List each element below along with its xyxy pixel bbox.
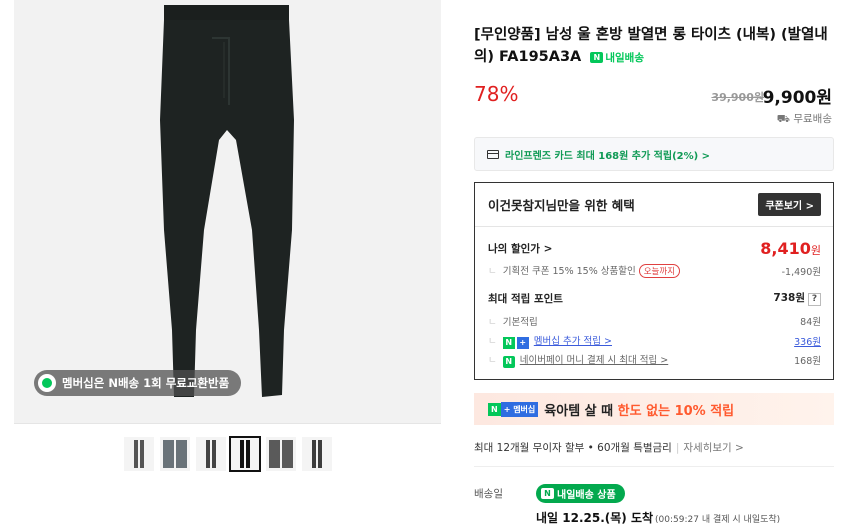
discount-rate: 78% xyxy=(474,82,519,106)
leggings-illustration xyxy=(160,5,294,397)
max-point-label: 최대 적립 포인트 xyxy=(488,292,563,305)
membership-point-row[interactable]: ㄴ N + 멤버십 추가 적립 > 336원 xyxy=(488,333,821,349)
my-discount-row[interactable]: 나의 할인가 > 8,410원 xyxy=(488,239,821,258)
naverpay-point-link[interactable]: 네이버페이 머니 결제 시 최대 적립 > xyxy=(520,355,668,366)
divider xyxy=(474,466,834,467)
tomorrow-delivery-badge: N 내일배송 상품 xyxy=(536,484,625,503)
membership-point-value: 336원 xyxy=(794,337,821,348)
sale-price: 9,900원 xyxy=(762,88,832,108)
membership-point-link[interactable]: 멤버십 추가 적립 > xyxy=(534,336,612,347)
naverpay-point-row[interactable]: ㄴN 네이버페이 머니 결제 시 최대 적립 > 168원 xyxy=(488,352,821,368)
installment-info: 최대 12개월 무이자 할부 • 60개월 특별금리 | 자세히보기 > xyxy=(474,442,744,454)
thumbnail-selected[interactable] xyxy=(229,436,261,472)
coupon-line: 기획전 쿠폰 15% 15% 상품할인 xyxy=(502,266,636,277)
delivery-date-label: 배송일 xyxy=(474,488,503,500)
naverpay-icon: N xyxy=(502,356,515,368)
benefit-header: 이건못참지님만을 위한 혜택 쿠폰보기 > xyxy=(475,183,833,227)
card-promo-text: 라인프렌즈 카드 최대 168원 추가 적립(2%) > xyxy=(505,150,711,162)
main-product-image[interactable]: 멤버십은 N배송 1회 무료교환반품 xyxy=(14,0,441,423)
coupon-view-button[interactable]: 쿠폰보기 > xyxy=(758,193,821,216)
arrival-date: 내일 12.25.(목) 도착 (00:59:27 내 결제 시 내일도착) xyxy=(536,511,781,525)
credit-card-icon xyxy=(487,149,499,159)
my-discount-price: 8,410원 xyxy=(760,239,821,258)
membership-banner[interactable]: N + 멤버십 육아템 살 때 한도 없는 10% 적립 xyxy=(474,393,834,425)
plus-badge-icon: + xyxy=(516,337,529,349)
coupon-amount: -1,490원 xyxy=(781,266,821,278)
membership-promo-pill[interactable]: 멤버십은 N배송 1회 무료교환반품 xyxy=(34,370,242,396)
n-badge-icon: N xyxy=(502,337,515,349)
delivery-tag: N 내일배송 xyxy=(590,47,644,69)
product-title: [무인양품] 남성 울 혼방 발열면 롱 타이츠 (내복) (발열내의) FA1… xyxy=(474,27,828,65)
help-icon[interactable]: ? xyxy=(808,293,821,306)
thumbnail[interactable] xyxy=(196,437,226,471)
promo-text: 멤버십은 N배송 1회 무료교환반품 xyxy=(62,376,230,390)
today-only-tag: 오늘까지 xyxy=(638,264,681,278)
coupon-row: ㄴ 기획전 쿠폰 15% 15% 상품할인 오늘까지 -1,490원 xyxy=(488,263,821,278)
thumbnail-strip xyxy=(14,423,441,530)
thumbnail[interactable] xyxy=(124,437,154,471)
max-point-row: 최대 적립 포인트 738원? xyxy=(488,290,821,306)
membership-plus-badge: + 멤버십 xyxy=(500,401,539,417)
installment-more-link[interactable]: 자세히보기 > xyxy=(683,442,743,454)
product-gallery: 멤버십은 N배송 1회 무료교환반품 xyxy=(14,0,441,530)
n-delivery-icon: N xyxy=(541,488,554,499)
banner-text: 육아템 살 때 한도 없는 10% 적립 xyxy=(544,403,735,419)
my-discount-label: 나의 할인가 > xyxy=(488,243,553,255)
card-promo[interactable]: 라인프렌즈 카드 최대 168원 추가 적립(2%) > xyxy=(474,137,834,171)
naverpay-point-value: 168원 xyxy=(794,356,821,367)
basic-point-label: 기본적립 xyxy=(502,317,538,328)
max-point-value: 738원 xyxy=(773,292,805,304)
benefit-title: 이건못참지님만을 위한 혜택 xyxy=(488,198,635,213)
membership-icon xyxy=(38,374,56,392)
truck-icon: ⛟ xyxy=(776,113,791,125)
n-delivery-icon: N xyxy=(590,52,604,63)
original-price: 39,900원 xyxy=(711,91,764,104)
thumbnail[interactable] xyxy=(266,437,296,471)
product-title-block: [무인양품] 남성 울 혼방 발열면 롱 타이츠 (내복) (발열내의) FA1… xyxy=(474,24,834,69)
arrival-note: (00:59:27 내 결제 시 내일도착) xyxy=(655,515,781,525)
thumbnail[interactable] xyxy=(160,437,190,471)
benefit-box: 이건못참지님만을 위한 혜택 쿠폰보기 > 나의 할인가 > 8,410원 ㄴ기… xyxy=(474,182,834,380)
basic-point-value: 84원 xyxy=(800,317,821,328)
free-shipping-label: ⛟ 무료배송 xyxy=(776,113,832,125)
basic-point-row: ㄴ 기본적립 84원 xyxy=(488,314,821,328)
installment-text: 최대 12개월 무이자 할부 • 60개월 특별금리 xyxy=(474,442,672,454)
n-membership-badge: N xyxy=(488,402,501,416)
thumbnail[interactable] xyxy=(302,437,332,471)
